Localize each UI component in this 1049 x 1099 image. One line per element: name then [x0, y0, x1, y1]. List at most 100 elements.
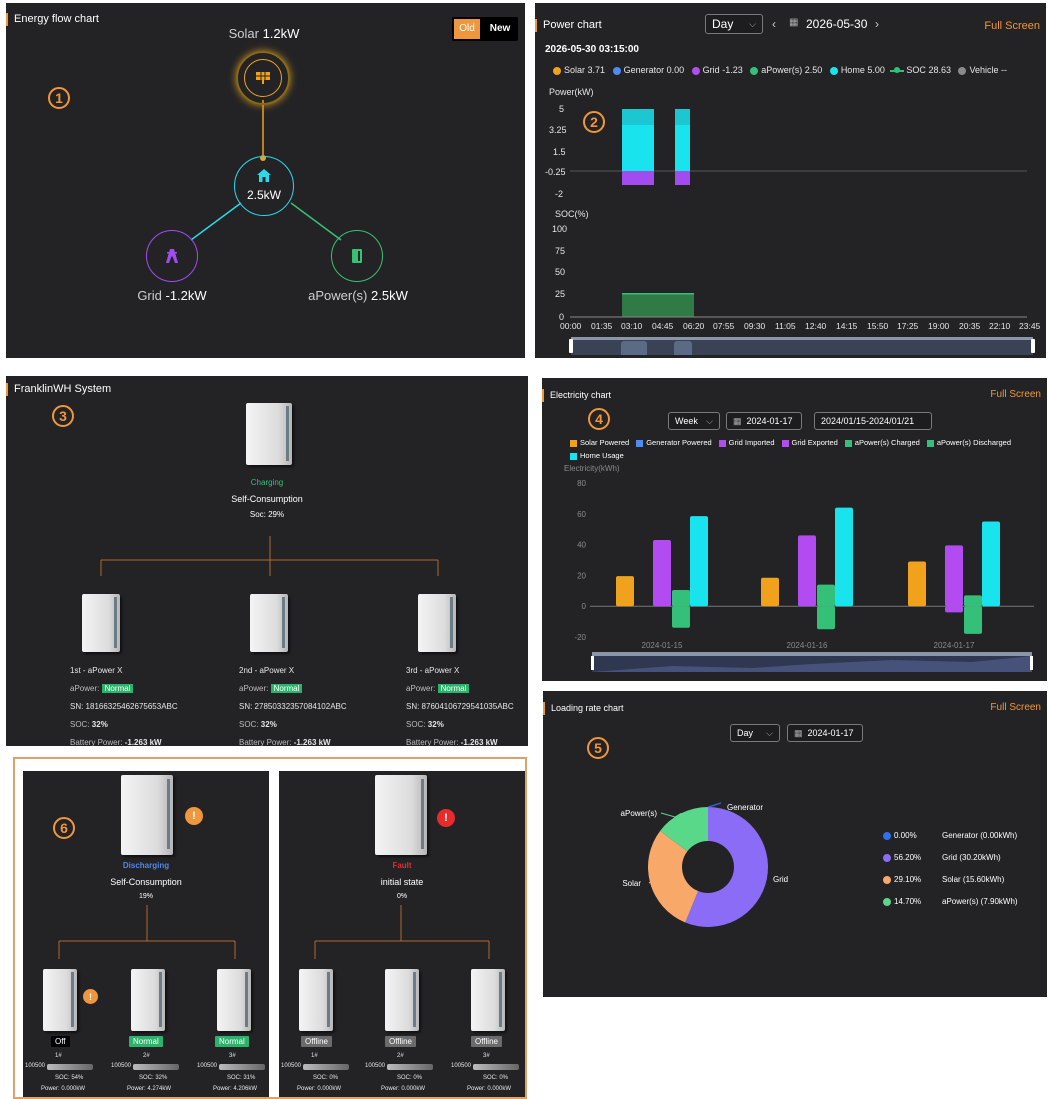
bar-apower-s-charged[interactable]: [817, 606, 835, 630]
soc-tick: 100: [552, 224, 567, 234]
apower-cabinet-3[interactable]: [217, 969, 251, 1031]
variant-right-panel: ! Fault initial state 0% Offline Offline…: [279, 771, 525, 1097]
unit-index: 3#: [229, 1053, 236, 1059]
status-badge: Normal: [129, 1036, 163, 1047]
bar-solar-powered[interactable]: [761, 577, 779, 607]
soc-ticks: 100 75 50 25 0: [552, 224, 567, 322]
tree-lines: [58, 905, 236, 959]
full-screen-button[interactable]: Full Screen: [990, 702, 1041, 713]
apower-cabinet-1[interactable]: [299, 969, 333, 1031]
bar-home-usage[interactable]: [835, 507, 853, 607]
blurred-sn: [219, 1064, 265, 1070]
slider-handle-right[interactable]: [1031, 339, 1035, 353]
calendar-icon: ▦: [794, 727, 803, 738]
unit-power: -1.263 kW: [460, 738, 498, 746]
apower-cabinet-2[interactable]: [250, 594, 288, 652]
y-tick: 60: [577, 510, 586, 519]
y-axis-label: Electricity(kWh): [564, 464, 620, 473]
date-picker[interactable]: ▦ 2024-01-17: [787, 724, 863, 742]
apower-node[interactable]: [331, 230, 383, 282]
apower-reading: aPower(s) 2.5kW: [296, 288, 420, 303]
bar-apower-s-charged[interactable]: [672, 606, 690, 628]
apower-cabinet-1[interactable]: [43, 969, 77, 1031]
unit-power: Power: 0.000kW: [297, 1086, 342, 1092]
legend-row[interactable]: 29.10% Solar (15.60kWh): [883, 869, 1018, 891]
power-axis-label: Power(kW): [549, 87, 594, 97]
bar-grid-imported[interactable]: [798, 535, 816, 607]
bar-home-usage[interactable]: [690, 516, 708, 607]
bar-solar-powered[interactable]: [908, 561, 926, 607]
x-tick: 06:20: [683, 321, 705, 331]
period-select[interactable]: Day ⌵: [730, 724, 780, 742]
x-tick: 22:10: [989, 321, 1011, 331]
status-badge: Off: [51, 1036, 70, 1047]
unit-index: 2#: [397, 1053, 404, 1059]
slice-label: aPower(s): [621, 809, 658, 818]
bar-grid-exported[interactable]: [945, 606, 963, 613]
time-range-slider[interactable]: [569, 337, 1035, 355]
y-tick: 0: [582, 602, 587, 611]
legend-row[interactable]: 14.70% aPower(s) (7.90kWh): [883, 891, 1018, 913]
bar-apower-s-discharged[interactable]: [964, 595, 982, 607]
x-tick: 12:40: [805, 321, 827, 331]
unit-power: Power: 4.206kW: [213, 1086, 258, 1092]
bar-home-usage[interactable]: [982, 521, 1000, 607]
unit-sn: 100500: [365, 1063, 386, 1069]
slider-handle-left[interactable]: [591, 656, 594, 670]
legend-row[interactable]: 56.20% Grid (30.20kWh): [883, 847, 1018, 869]
unit-name: 3rd - aPower X: [406, 666, 460, 675]
grid-tower-icon: [166, 249, 178, 263]
x-ticks: 00:00 01:35 03:10 04:45 06:20 07:55 09:3…: [560, 321, 1041, 331]
apower-cabinet-2[interactable]: [131, 969, 165, 1031]
home-icon: [257, 169, 271, 182]
slider-handle-right[interactable]: [1030, 656, 1033, 670]
power-plot: Power(kW) 5 3.25 1.5 -0.25 -2 SOC(%) 100…: [545, 87, 1041, 331]
soc-tick: 25: [555, 289, 565, 299]
x-tick: 04:45: [652, 321, 674, 331]
soc-axis-label: SOC(%): [555, 209, 589, 219]
grid-label: Grid: [137, 288, 162, 303]
electricity-plot: Electricity(kWh) 80 60 40 20 0 -20 2024-01-15 20…: [564, 464, 1034, 650]
home-node[interactable]: 2.5kW: [234, 156, 294, 216]
unit-soc: 32%: [91, 720, 108, 729]
status-badge: Normal: [101, 684, 134, 693]
legend-row[interactable]: 0.00% Generator (0.00kWh): [883, 825, 1018, 847]
apower-cabinet-2[interactable]: [385, 969, 419, 1031]
unit-sn: 100500: [197, 1063, 218, 1069]
solar-label: Solar: [228, 26, 259, 41]
unit-soc: SOC: 54%: [55, 1075, 84, 1081]
blurred-sn: [133, 1064, 179, 1070]
x-tick: 11:05: [775, 321, 796, 331]
bar-apower-s-charged[interactable]: [964, 606, 982, 634]
slider-handle-left[interactable]: [569, 339, 573, 353]
variant-left-panel: 6 ! Discharging Self-Consumption 19% ! O…: [23, 771, 269, 1097]
bar-solar-powered[interactable]: [616, 576, 634, 607]
status-badge: Normal: [270, 684, 303, 693]
x-tick: 17:25: [897, 321, 919, 331]
blurred-sn: [303, 1064, 349, 1070]
bar-apower-s-discharged[interactable]: [817, 584, 835, 607]
loading-donut: Generator Grid Solar aPower(s): [621, 802, 788, 927]
unit-soc: 32%: [427, 720, 444, 729]
slice-label: Solar: [622, 879, 641, 888]
y-tick: 20: [577, 571, 586, 580]
unit-sn: 100500: [111, 1063, 132, 1069]
soc-tick: 50: [555, 267, 565, 277]
home-bar-2-top: [675, 109, 690, 125]
slice-label: Generator: [727, 803, 763, 812]
unit-index: 1#: [311, 1053, 318, 1059]
apower-card-1: 1st - aPower X aPower: Normal SN: 181663…: [70, 662, 240, 746]
week-range-slider[interactable]: [591, 652, 1033, 672]
solar-panel-icon: [256, 72, 270, 84]
apower-cabinet-3[interactable]: [471, 969, 505, 1031]
apower-cabinet-3[interactable]: [418, 594, 456, 652]
grid-value: -1.2kW: [165, 288, 207, 303]
grid-node[interactable]: [146, 230, 198, 282]
unit-soc: SOC: 0%: [313, 1075, 339, 1081]
bar-apower-s-discharged[interactable]: [672, 590, 690, 607]
bar-grid-imported[interactable]: [653, 539, 671, 607]
solar-node[interactable]: [236, 51, 290, 105]
bar-grid-imported[interactable]: [945, 545, 963, 607]
apower-label: aPower(s): [308, 288, 368, 303]
apower-cabinet-1[interactable]: [82, 594, 120, 652]
